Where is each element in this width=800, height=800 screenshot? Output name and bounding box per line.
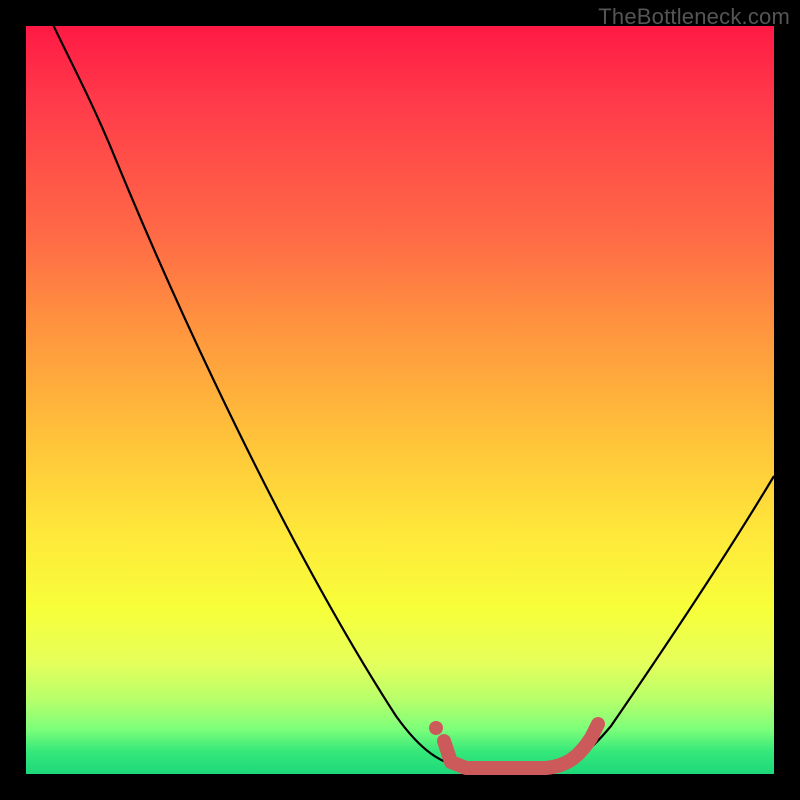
optimal-range-highlight	[444, 724, 598, 768]
chart-frame: TheBottleneck.com	[0, 0, 800, 800]
bottleneck-curve	[26, 0, 774, 768]
watermark-text: TheBottleneck.com	[598, 4, 790, 30]
highlight-dot	[429, 721, 443, 735]
plot-area	[26, 26, 774, 774]
curve-layer	[26, 26, 774, 774]
